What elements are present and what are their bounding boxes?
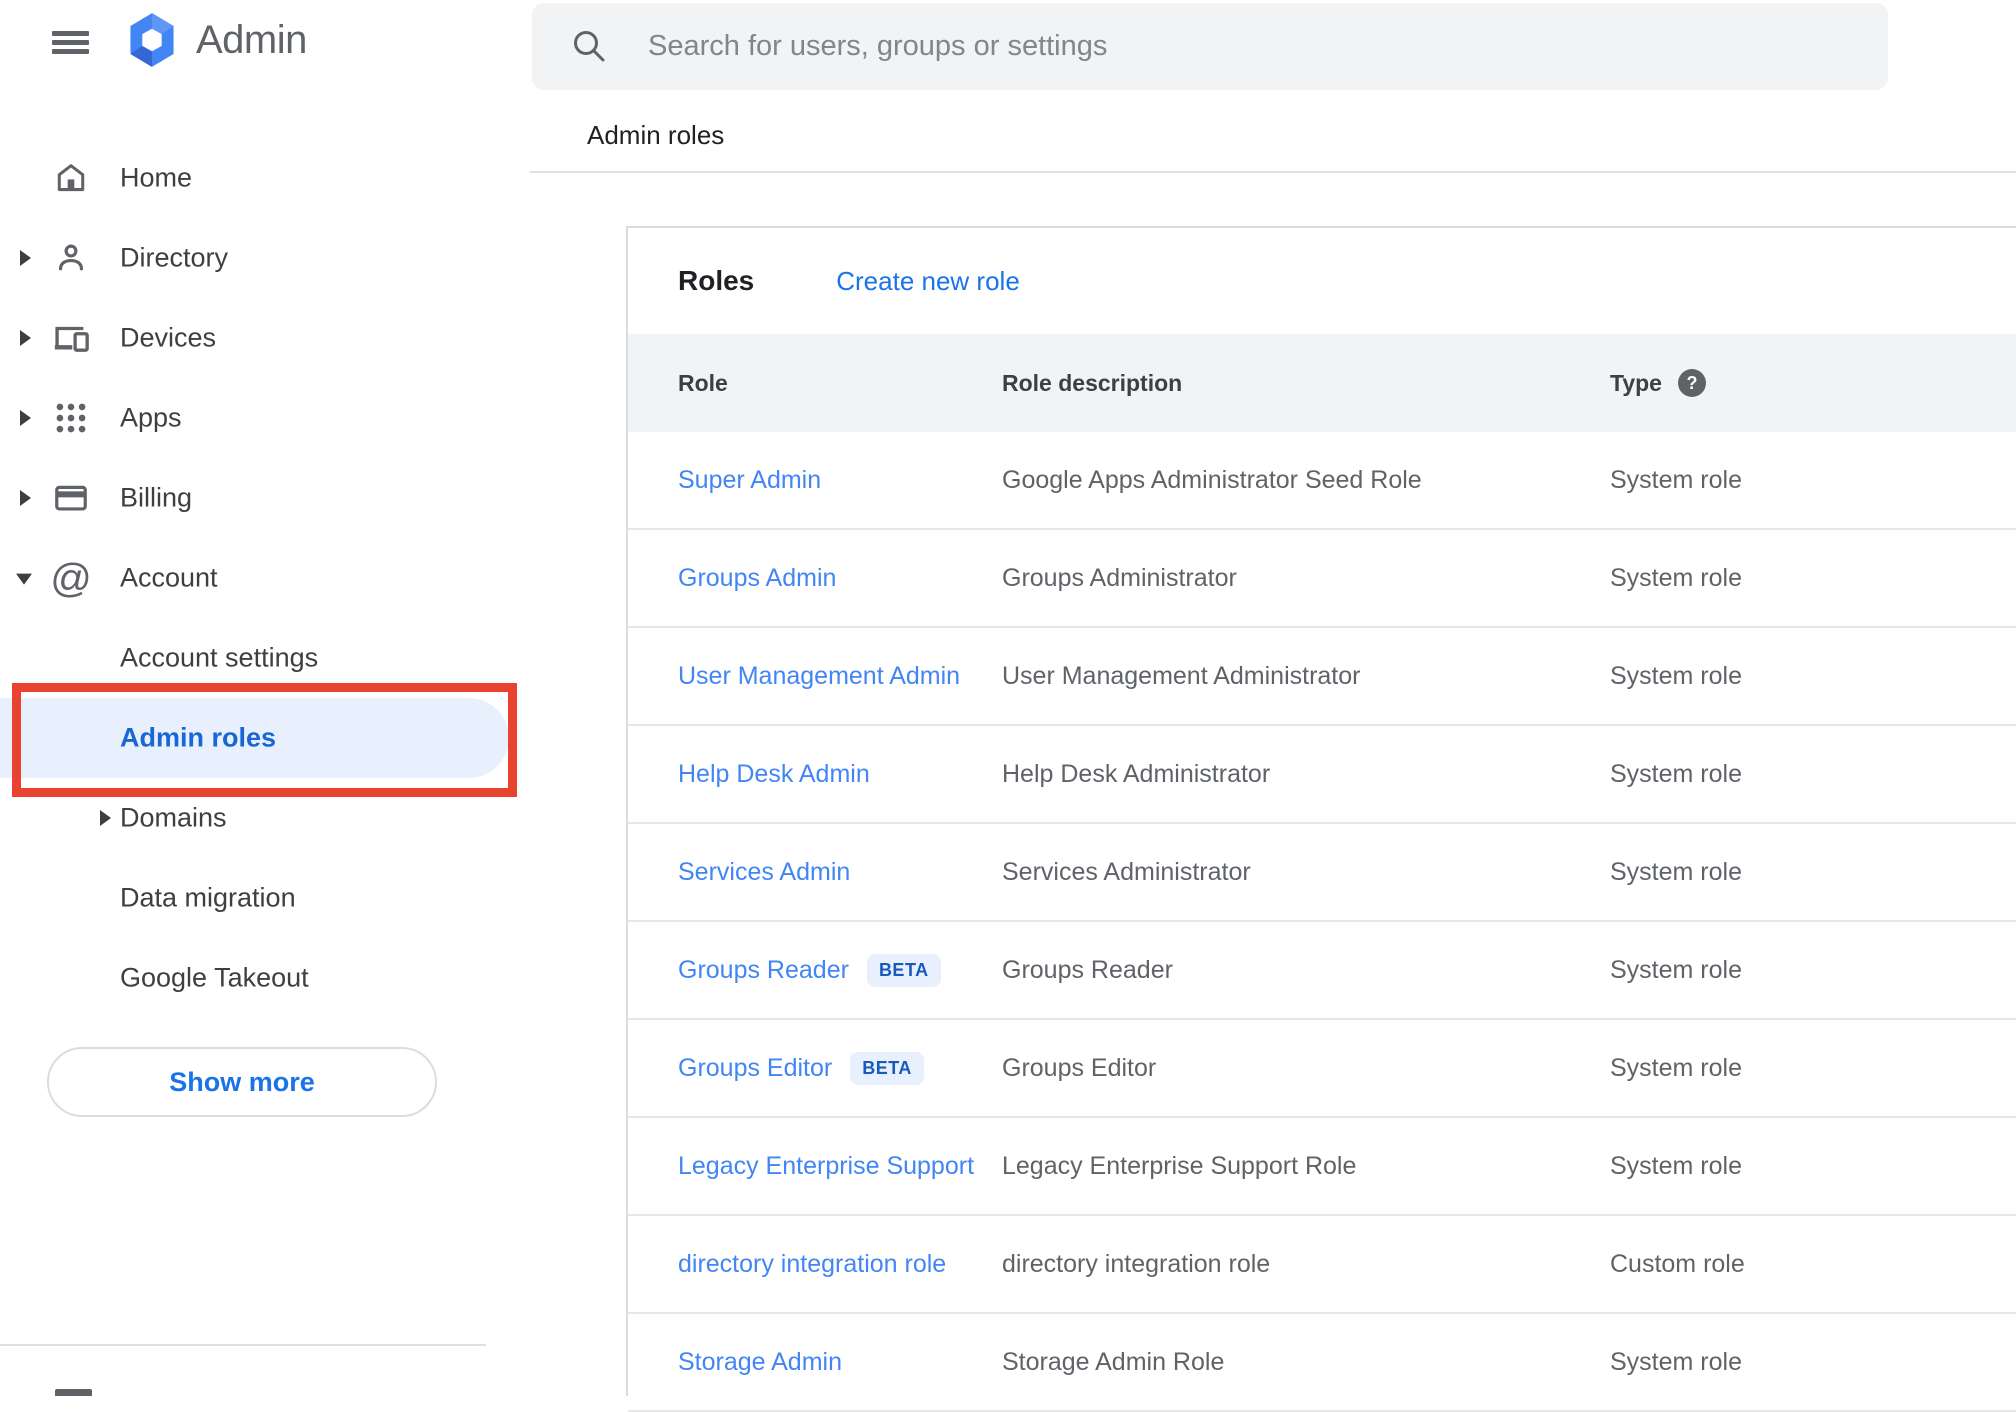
sidebar-item-label: Data migration <box>120 882 296 913</box>
role-description: User Management Administrator <box>1002 661 1361 690</box>
role-description: Google Apps Administrator Seed Role <box>1002 465 1422 494</box>
role-description: Legacy Enterprise Support Role <box>1002 1151 1357 1180</box>
sidebar-item-label: Admin roles <box>120 722 277 753</box>
chevron-right-icon[interactable] <box>20 250 31 266</box>
sidebar-item-label: Billing <box>120 482 193 513</box>
table-row: Legacy Enterprise Support Legacy Enterpr… <box>628 1118 2016 1216</box>
table-row: User Management Admin User Management Ad… <box>628 628 2016 726</box>
role-description: Services Administrator <box>1002 857 1251 886</box>
table-row: Super Admin Google Apps Administrator Se… <box>628 432 2016 530</box>
home-icon <box>52 159 90 197</box>
chevron-right-icon[interactable] <box>20 330 31 346</box>
role-link[interactable]: Help Desk Admin <box>678 760 870 789</box>
role-description: Groups Editor <box>1002 1053 1157 1082</box>
column-header-role: Role <box>678 369 728 396</box>
table-row: directory integration role directory int… <box>628 1216 2016 1314</box>
sidebar-item-label: Domains <box>120 802 227 833</box>
role-type: System role <box>1610 955 1742 984</box>
sidebar-item-directory[interactable]: Directory <box>0 218 626 298</box>
sidebar-item-data-migration[interactable]: Data migration <box>0 858 626 938</box>
sidebar-item-google-takeout[interactable]: Google Takeout <box>0 938 626 1018</box>
sidebar-item-home[interactable]: Home <box>0 138 626 218</box>
beta-badge: BETA <box>866 953 941 987</box>
role-type: System role <box>1610 1151 1742 1180</box>
role-link[interactable]: Services Admin <box>678 858 850 887</box>
breadcrumb-divider <box>530 171 2016 173</box>
role-type: System role <box>1610 563 1742 592</box>
sidebar-item-account-settings[interactable]: Account settings <box>0 618 626 698</box>
search-bar[interactable] <box>532 3 1888 90</box>
role-type: Custom role <box>1610 1249 1745 1278</box>
chevron-right-icon[interactable] <box>20 490 31 506</box>
product-name: Admin <box>196 17 307 62</box>
column-header-description: Role description <box>1002 369 1183 396</box>
role-description: Storage Admin Role <box>1002 1347 1225 1376</box>
table-row: Services Admin Services Administrator Sy… <box>628 824 2016 922</box>
role-description: directory integration role <box>1002 1249 1271 1278</box>
top-bar: Admin <box>0 0 2016 90</box>
sidebar-item-billing[interactable]: Billing <box>0 458 626 538</box>
role-link[interactable]: Storage Admin <box>678 1348 842 1377</box>
role-description: Groups Administrator <box>1002 563 1237 592</box>
sidebar-item-label: Devices <box>120 322 217 353</box>
chevron-right-icon[interactable] <box>20 410 31 426</box>
menu-icon[interactable] <box>52 31 89 55</box>
role-link[interactable]: Groups Editor <box>678 1054 832 1083</box>
sidebar-item-label: Apps <box>120 402 182 433</box>
chevron-right-icon[interactable] <box>100 810 111 826</box>
sidebar-item-apps[interactable]: Apps <box>0 378 626 458</box>
role-type: System role <box>1610 1347 1742 1376</box>
sidebar-item-label: Directory <box>120 242 229 273</box>
column-header-type: Type ? <box>1610 369 2016 397</box>
create-new-role-link[interactable]: Create new role <box>836 266 1020 297</box>
role-link[interactable]: User Management Admin <box>678 662 960 691</box>
table-row: Help Desk Admin Help Desk Administrator … <box>628 726 2016 824</box>
show-more-button[interactable]: Show more <box>47 1047 437 1117</box>
role-link[interactable]: Super Admin <box>678 466 821 495</box>
role-type: System role <box>1610 1053 1742 1082</box>
role-link[interactable]: directory integration role <box>678 1250 946 1279</box>
role-description: Help Desk Administrator <box>1002 759 1271 788</box>
devices-icon <box>52 319 90 357</box>
sidebar-item-label: Account settings <box>120 642 319 673</box>
sidebar-item-label: Google Takeout <box>120 962 309 993</box>
role-link[interactable]: Groups Admin <box>678 564 836 593</box>
table-header-row: Role Role description Type ? <box>628 334 2016 432</box>
role-description: Groups Reader <box>1002 955 1173 984</box>
table-body: Super Admin Google Apps Administrator Se… <box>628 432 2016 1412</box>
table-row: Groups Reader BETA Groups Reader System … <box>628 922 2016 1020</box>
roles-card: Roles Create new role Role Role descript… <box>626 226 2016 1412</box>
help-icon[interactable]: ? <box>1677 369 1706 397</box>
admin-logo[interactable]: Admin <box>126 12 307 68</box>
role-type: System role <box>1610 857 1742 886</box>
table-row: Groups Admin Groups Administrator System… <box>628 530 2016 628</box>
table-row: Groups Editor BETA Groups Editor System … <box>628 1020 2016 1118</box>
role-type: System role <box>1610 661 1742 690</box>
at-icon: @ <box>50 554 92 601</box>
sidebar-item-account[interactable]: @ Account <box>0 538 626 618</box>
admin-logo-icon <box>126 12 178 68</box>
role-type: System role <box>1610 759 1742 788</box>
role-link[interactable]: Legacy Enterprise Support <box>678 1152 974 1181</box>
sidebar-item-admin-roles[interactable]: Admin roles <box>0 698 626 778</box>
person-icon <box>52 239 90 277</box>
sidebar-item-label: Account <box>120 562 218 593</box>
table-row: Storage Admin Storage Admin Role System … <box>628 1314 2016 1412</box>
chevron-down-icon[interactable] <box>16 573 32 585</box>
billing-icon <box>52 479 90 517</box>
sidebar-nav: Home Directory Devices Apps Billing @ Ac… <box>0 138 626 1018</box>
apps-icon <box>52 399 90 437</box>
card-title: Roles <box>678 265 755 296</box>
roles-card-header: Roles Create new role <box>628 228 2016 334</box>
search-input[interactable] <box>646 3 1846 90</box>
role-type: System role <box>1610 465 1742 494</box>
sidebar-item-domains[interactable]: Domains <box>0 778 626 858</box>
sidebar-item-label: Home <box>120 162 193 193</box>
clipped-sidebar-icon <box>55 1389 92 1396</box>
sidebar-item-devices[interactable]: Devices <box>0 298 626 378</box>
search-icon <box>570 27 608 65</box>
beta-badge: BETA <box>850 1051 924 1085</box>
sidebar-divider <box>0 1344 486 1346</box>
role-link[interactable]: Groups Reader <box>678 956 849 985</box>
